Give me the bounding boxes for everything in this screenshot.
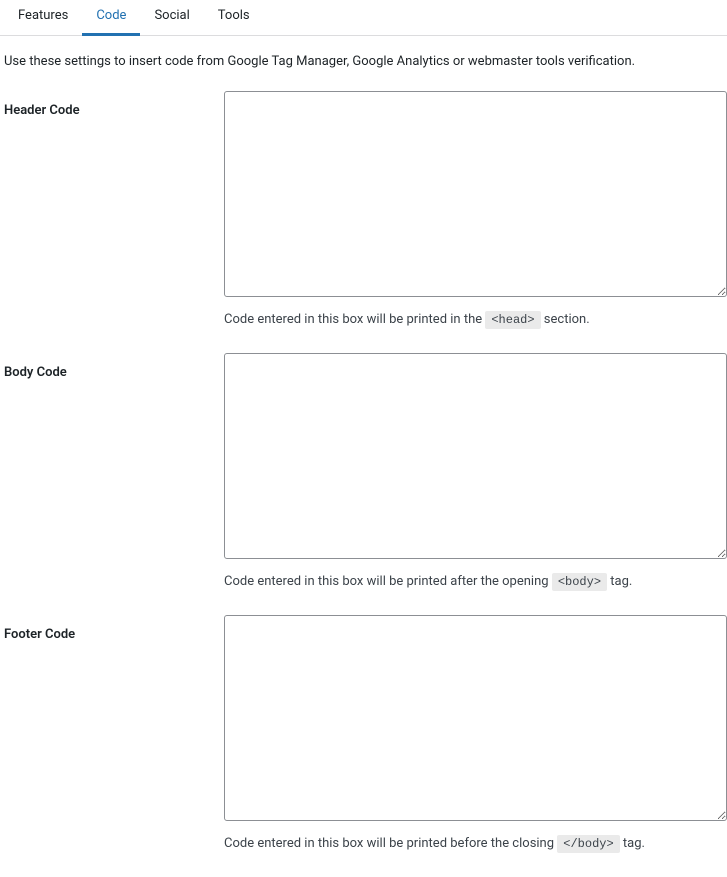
tab-features[interactable]: Features (4, 0, 82, 36)
settings-intro: Use these settings to insert code from G… (0, 36, 727, 73)
settings-tabs: Features Code Social Tools (0, 0, 727, 36)
header-code-label: Header Code (0, 91, 224, 118)
header-code-help: Code entered in this box will be printed… (224, 311, 727, 329)
body-tag-badge: <body> (552, 573, 607, 591)
tab-tools[interactable]: Tools (204, 0, 264, 36)
footer-code-input[interactable] (224, 615, 727, 821)
body-code-input[interactable] (224, 353, 727, 559)
code-settings-form: Header Code Code entered in this box wil… (0, 91, 727, 853)
header-code-input[interactable] (224, 91, 727, 297)
tab-code[interactable]: Code (82, 0, 140, 36)
body-code-help: Code entered in this box will be printed… (224, 573, 727, 591)
body-code-label: Body Code (0, 353, 224, 380)
header-code-row: Header Code Code entered in this box wil… (0, 91, 727, 329)
footer-code-help: Code entered in this box will be printed… (224, 835, 727, 853)
body-close-tag-badge: </body> (557, 835, 619, 853)
tab-social[interactable]: Social (140, 0, 203, 36)
body-code-row: Body Code Code entered in this box will … (0, 353, 727, 591)
footer-code-row: Footer Code Code entered in this box wil… (0, 615, 727, 853)
head-tag-badge: <head> (485, 311, 540, 329)
footer-code-label: Footer Code (0, 615, 224, 642)
